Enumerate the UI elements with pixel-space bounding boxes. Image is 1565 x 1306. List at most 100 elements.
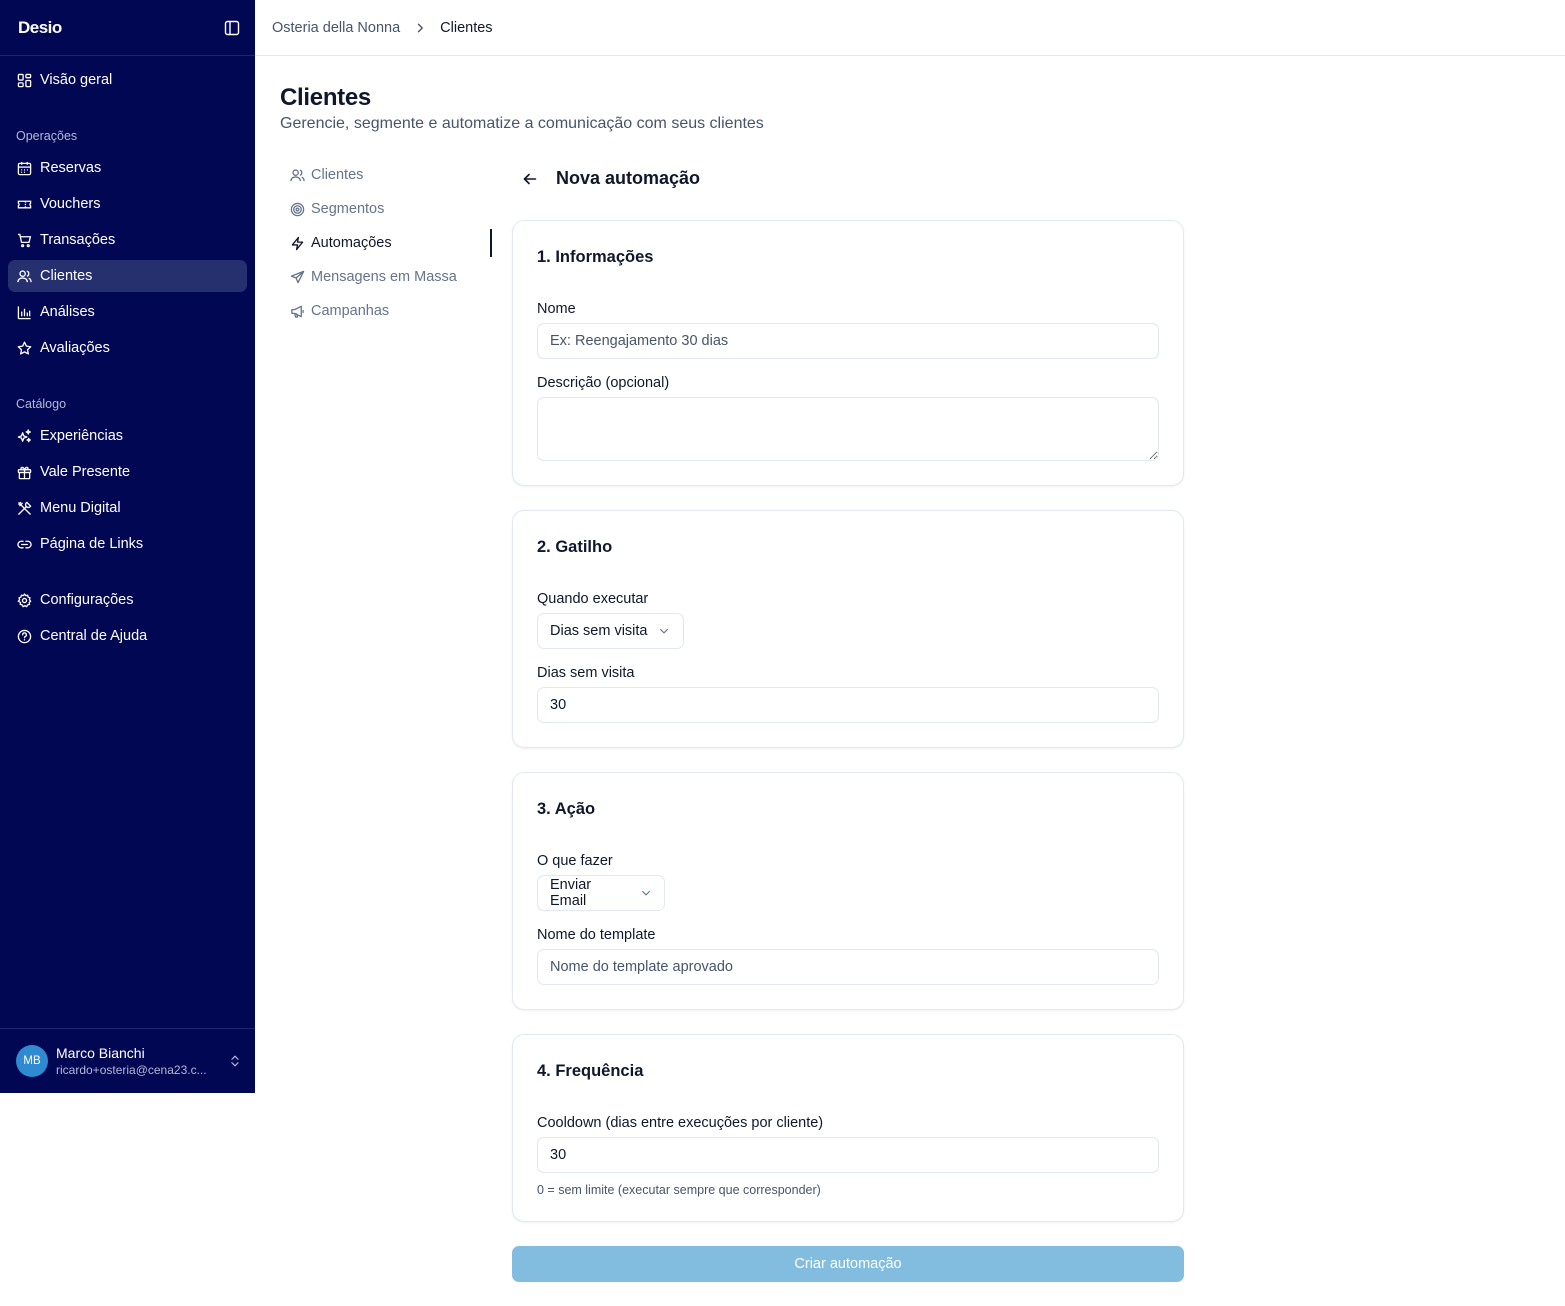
sidebar-item-vouchers[interactable]: Vouchers bbox=[8, 188, 247, 220]
help-circle-icon bbox=[16, 628, 32, 644]
sidebar-item-label: Vale Presente bbox=[40, 464, 131, 480]
subnav-item-campanhas[interactable]: Campanhas bbox=[289, 301, 389, 321]
sidebar-item-label: Visão geral bbox=[40, 72, 113, 88]
sidebar-item-pagina-de-links[interactable]: Página de Links bbox=[8, 528, 247, 560]
form-title: Nova automação bbox=[556, 168, 701, 188]
arrow-left-icon[interactable] bbox=[520, 169, 540, 189]
what-label: O que fazer bbox=[537, 853, 613, 869]
action-select-value: Enviar Email bbox=[550, 877, 592, 909]
subnav-item-label: Campanhas bbox=[311, 303, 390, 319]
days-label: Dias sem visita bbox=[537, 665, 635, 681]
description-label: Descrição (opcional) bbox=[537, 375, 670, 391]
user-name: Marco Bianchi bbox=[56, 1045, 145, 1061]
card-acao: 3. Ação O que fazer Enviar Email Nome do… bbox=[512, 772, 1184, 1010]
sidebar: Desio Visão geral Operações Reservas Vou… bbox=[0, 0, 255, 1093]
sidebar-item-label: Página de Links bbox=[40, 536, 144, 552]
utensils-icon bbox=[16, 500, 32, 516]
sidebar-item-label: Avaliações bbox=[40, 340, 110, 356]
sidebar-item-label: Transações bbox=[40, 232, 116, 248]
card-informacoes: 1. Informações Nome Descrição (opcional) bbox=[512, 220, 1184, 486]
sidebar-item-reservas[interactable]: Reservas bbox=[8, 152, 247, 184]
megaphone-icon bbox=[289, 303, 305, 319]
card-title: 4. Frequência bbox=[537, 1062, 644, 1080]
sidebar-item-label: Central de Ajuda bbox=[40, 628, 148, 644]
sidebar-item-avaliacoes[interactable]: Avaliações bbox=[8, 332, 247, 364]
sidebar-item-label: Configurações bbox=[40, 592, 134, 608]
when-label: Quando executar bbox=[537, 591, 649, 607]
page-subtitle: Gerencie, segmente e automatize a comuni… bbox=[280, 115, 764, 132]
sidebar-header: Desio bbox=[0, 0, 255, 56]
chevron-right-icon bbox=[414, 22, 426, 34]
card-gatilho: 2. Gatilho Quando executar Dias sem visi… bbox=[512, 510, 1184, 748]
chevron-down-icon bbox=[658, 625, 670, 637]
cooldown-input[interactable] bbox=[537, 1137, 1159, 1173]
avatar: MB bbox=[16, 1045, 48, 1077]
create-automation-button[interactable]: Criar automação bbox=[512, 1246, 1184, 1282]
sidebar-item-analises[interactable]: Análises bbox=[8, 296, 247, 328]
sidebar-item-transacoes[interactable]: Transações bbox=[8, 224, 247, 256]
page-title: Clientes bbox=[280, 84, 371, 111]
gear-icon bbox=[16, 592, 32, 608]
sidebar-item-clientes[interactable]: Clientes bbox=[8, 260, 247, 292]
section-label-catalogo: Catálogo bbox=[16, 397, 67, 411]
zap-icon bbox=[289, 235, 305, 251]
sidebar-item-label: Vouchers bbox=[40, 196, 101, 212]
subnav-item-automacoes[interactable]: Automações bbox=[289, 233, 392, 253]
subnav-item-clientes[interactable]: Clientes bbox=[289, 165, 363, 185]
template-label: Nome do template bbox=[537, 927, 656, 943]
subnav-item-label: Automações bbox=[311, 235, 392, 251]
sidebar-item-central-de-ajuda[interactable]: Central de Ajuda bbox=[8, 620, 247, 652]
template-input[interactable] bbox=[537, 949, 1159, 985]
chevron-down-icon bbox=[640, 887, 652, 899]
chevrons-up-down-icon bbox=[228, 1054, 242, 1068]
trigger-select[interactable]: Dias sem visita bbox=[537, 613, 684, 649]
sidebar-item-label: Reservas bbox=[40, 160, 102, 176]
sparkles-icon bbox=[16, 428, 32, 444]
link-icon bbox=[16, 536, 32, 552]
user-menu[interactable]: MB Marco Bianchi ricardo+osteria@cena23.… bbox=[0, 1028, 255, 1093]
cooldown-label: Cooldown (dias entre execuções por clien… bbox=[537, 1115, 824, 1131]
user-email: ricardo+osteria@cena23.c... bbox=[56, 1063, 207, 1077]
sidebar-item-label: Experiências bbox=[40, 428, 124, 444]
card-title: 1. Informações bbox=[537, 248, 654, 266]
sidebar-item-configuracoes[interactable]: Configurações bbox=[8, 584, 247, 616]
card-title: 3. Ação bbox=[537, 800, 596, 818]
ticket-icon bbox=[16, 196, 32, 212]
card-title: 2. Gatilho bbox=[537, 538, 613, 556]
subnav-item-label: Mensagens em Massa bbox=[311, 269, 457, 285]
subnav-active-indicator bbox=[490, 229, 492, 257]
description-textarea[interactable] bbox=[537, 397, 1159, 461]
sidebar-item-experiencias[interactable]: Experiências bbox=[8, 420, 247, 452]
sidebar-item-label: Análises bbox=[40, 304, 95, 320]
subnav-item-label: Segmentos bbox=[311, 201, 385, 217]
cooldown-hint: 0 = sem limite (executar sempre que corr… bbox=[537, 1183, 821, 1197]
card-frequencia: 4. Frequência Cooldown (dias entre execu… bbox=[512, 1034, 1184, 1222]
subnav-item-segmentos[interactable]: Segmentos bbox=[289, 199, 384, 219]
section-label-operacoes: Operações bbox=[16, 129, 78, 143]
bar-chart-icon bbox=[16, 304, 32, 320]
sidebar-item-visao-geral[interactable]: Visão geral bbox=[8, 64, 247, 96]
sidebar-item-label: Menu Digital bbox=[40, 500, 121, 516]
sidebar-toggle-icon[interactable] bbox=[223, 19, 241, 37]
target-icon bbox=[289, 201, 305, 217]
send-icon bbox=[289, 269, 305, 285]
sidebar-item-vale-presente[interactable]: Vale Presente bbox=[8, 456, 247, 488]
breadcrumb-current: Clientes bbox=[440, 19, 493, 36]
days-input[interactable] bbox=[537, 687, 1159, 723]
subnav-item-mensagens-em-massa[interactable]: Mensagens em Massa bbox=[289, 267, 457, 287]
dashboard-icon bbox=[16, 72, 32, 88]
calendar-icon bbox=[16, 160, 32, 176]
cart-icon bbox=[16, 232, 32, 248]
app-logo[interactable]: Desio bbox=[18, 18, 62, 38]
action-select[interactable]: Enviar Email bbox=[537, 875, 665, 911]
name-input[interactable] bbox=[537, 323, 1159, 359]
star-icon bbox=[16, 340, 32, 356]
sidebar-item-menu-digital[interactable]: Menu Digital bbox=[8, 492, 247, 524]
users-icon bbox=[289, 167, 305, 183]
breadcrumb-parent[interactable]: Osteria della Nonna bbox=[272, 20, 400, 36]
name-label: Nome bbox=[537, 301, 576, 317]
breadcrumb: Osteria della Nonna Clientes bbox=[255, 0, 1565, 56]
sidebar-item-label: Clientes bbox=[40, 268, 93, 284]
user-info: Marco Bianchi ricardo+osteria@cena23.c..… bbox=[56, 1045, 222, 1077]
subnav-item-label: Clientes bbox=[311, 167, 364, 183]
